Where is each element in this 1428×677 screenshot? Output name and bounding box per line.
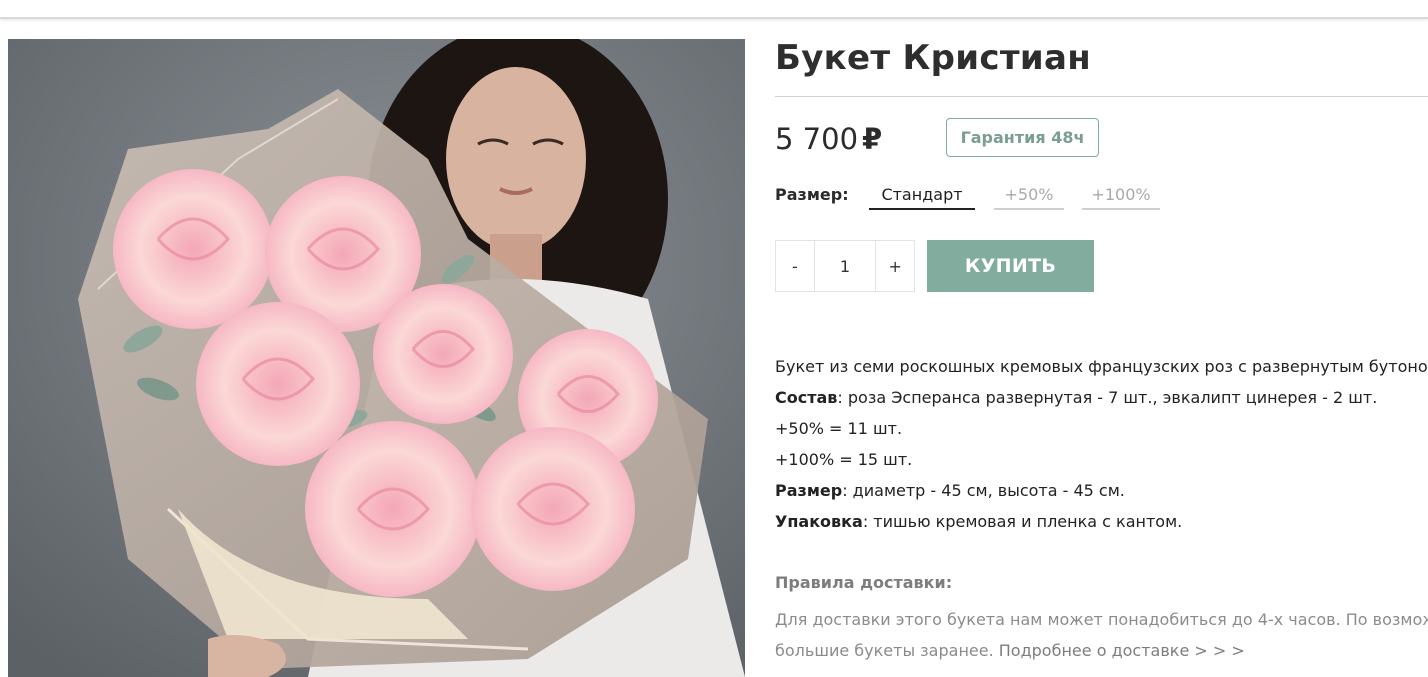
delivery-line-2: большие букеты заранее. Подробнее о дост… xyxy=(775,635,1428,666)
composition-value: : роза Эсперанса развернутая - 7 шт., эв… xyxy=(837,388,1378,407)
top-header-bar xyxy=(0,0,1428,19)
size-label: Размер: xyxy=(775,185,849,204)
product-price: 5 700 ₽ xyxy=(775,122,882,156)
quantity-input[interactable]: 1 xyxy=(814,240,876,292)
price-value: 5 700 xyxy=(775,122,859,156)
delivery-rules-title: Правила доставки: xyxy=(775,573,953,592)
size-option-standard[interactable]: Стандарт xyxy=(869,183,975,210)
quantity-plus-button[interactable]: + xyxy=(875,240,915,292)
product-info: Букет Кристиан 5 700 ₽ Гарантия 48ч Разме… xyxy=(775,30,1428,677)
guarantee-badge[interactable]: Гарантия 48ч xyxy=(946,118,1099,157)
quantity-stepper: - 1 + xyxy=(775,240,915,293)
delivery-rules-text: Для доставки этого букета нам может пона… xyxy=(775,604,1428,666)
title-divider xyxy=(775,96,1428,97)
product-description: Букет из семи роскошных кремовых француз… xyxy=(775,357,1428,543)
product-photo[interactable] xyxy=(8,39,745,677)
price-currency: ₽ xyxy=(862,122,883,156)
size-selector: Размер: Стандарт +50% +100% xyxy=(775,183,1428,213)
composition-label: Состав xyxy=(775,388,838,407)
packaging-value: : тишью кремовая и пленка с кантом. xyxy=(862,512,1183,531)
quantity-minus-button[interactable]: - xyxy=(775,240,815,292)
description-plus100: +100% = 15 шт. xyxy=(775,450,913,469)
description-packaging: Упаковка: тишью кремовая и пленка с кант… xyxy=(775,512,1428,543)
product-title: Букет Кристиан xyxy=(775,38,1092,78)
buy-button[interactable]: КУПИТЬ xyxy=(927,240,1094,292)
packaging-label: Упаковка xyxy=(775,512,863,531)
size-option-plus100[interactable]: +100% xyxy=(1082,183,1160,210)
description-intro: Букет из семи роскошных кремовых француз… xyxy=(775,357,1428,376)
delivery-more-link[interactable]: Подробнее о доставке > > > xyxy=(999,641,1245,660)
delivery-line-1: Для доставки этого букета нам может пона… xyxy=(775,610,1428,629)
size-spec-label: Размер xyxy=(775,481,843,500)
size-option-plus50[interactable]: +50% xyxy=(994,183,1064,210)
description-plus50: +50% = 11 шт. xyxy=(775,419,903,438)
description-composition: Состав: роза Эсперанса развернутая - 7 ш… xyxy=(775,388,1428,419)
description-size: Размер: диаметр - 45 см, высота - 45 см. xyxy=(775,481,1428,512)
size-spec-value: : диаметр - 45 см, высота - 45 см. xyxy=(842,481,1125,500)
bouquet-photo-icon xyxy=(8,39,745,677)
delivery-line-2-text: большие букеты заранее. xyxy=(775,641,999,660)
